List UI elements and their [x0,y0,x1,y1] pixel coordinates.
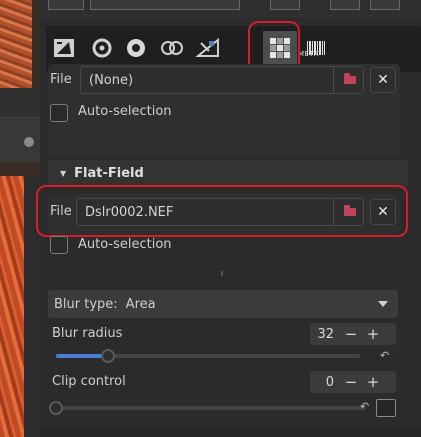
clip-control-decrement-button[interactable]: − [340,373,362,391]
clip-control-slider-knob[interactable] [49,401,63,415]
toolbar-button[interactable] [370,0,400,10]
clip-control-spinbox[interactable]: 0 − + [310,371,396,393]
blur-radius-decrement-button[interactable]: − [340,325,362,343]
photo-thumbnail-bottom [0,176,24,437]
blur-radius-spinbox[interactable]: 32 − + [310,323,396,345]
toolbar-button[interactable] [48,0,84,10]
clip-control-label: Clip control [52,374,126,389]
chevron-down-icon [378,301,388,307]
blur-radius-slider-knob[interactable] [100,349,115,363]
photo-thumbnail-top [0,0,32,88]
dark-frame-file-value: (None) [89,72,134,88]
color-icon[interactable] [122,34,150,62]
toolbar-button[interactable] [270,0,300,10]
blur-type-value: Area [125,296,156,312]
clip-control-reset-icon[interactable]: ↶ [360,401,372,412]
blur-type-label: Blur type: [54,296,118,312]
flat-field-header[interactable]: ▼ Flat-Field [48,160,408,186]
dark-frame-file-selector[interactable]: (None) [80,66,364,94]
strip-panel [0,118,40,162]
flat-field-auto-selection-checkbox[interactable] [50,236,68,254]
clip-control-value: 0 [325,374,334,390]
close-icon: ✕ [377,72,389,88]
profile-selector[interactable] [90,0,240,10]
advanced-icon[interactable] [158,34,186,62]
image-preview-strip [0,0,40,437]
flat-field-auto-selection-label: Auto-selection [78,237,172,252]
separator-mark [221,271,223,276]
dark-frame-auto-selection-checkbox[interactable] [50,104,68,122]
meta-tab-label: META [298,50,319,58]
top-toolbar-remnant [40,0,421,18]
blur-radius-value: 32 [317,326,334,342]
dark-frame-section: File (None) ✕ Auto-selection [48,64,400,156]
toolbar-button[interactable] [330,0,360,10]
dark-frame-clear-button[interactable]: ✕ [370,67,396,93]
strip-separator [0,88,40,118]
flat-field-title: Flat-Field [74,165,144,181]
blur-radius-slider-fill [56,354,108,358]
clip-control-increment-button[interactable]: + [362,373,384,391]
raw-tool-panel: META File (None) ✕ Auto-selection ▼ Flat… [36,0,421,437]
panel-handle-icon[interactable] [24,137,34,147]
panel-footer [40,428,421,437]
dark-frame-open-button[interactable] [333,67,365,93]
clip-control-slider-track[interactable] [56,406,366,410]
dark-frame-file-label: File [50,72,72,87]
transform-icon[interactable] [194,34,222,62]
dark-frame-auto-selection-label: Auto-selection [78,104,172,119]
blur-radius-reset-icon[interactable]: ↶ [380,350,392,361]
blur-type-select[interactable]: Blur type: Area [48,290,398,318]
flat-field-file-highlight [36,185,408,237]
open-file-icon [343,73,356,84]
blur-radius-increment-button[interactable]: + [362,325,384,343]
clip-control-toggle-button[interactable] [376,399,396,417]
blur-radius-label: Blur radius [52,326,123,341]
details-icon[interactable] [88,34,116,62]
expand-arrow-icon: ▼ [60,168,67,178]
image-exposure-icon[interactable] [50,34,78,62]
